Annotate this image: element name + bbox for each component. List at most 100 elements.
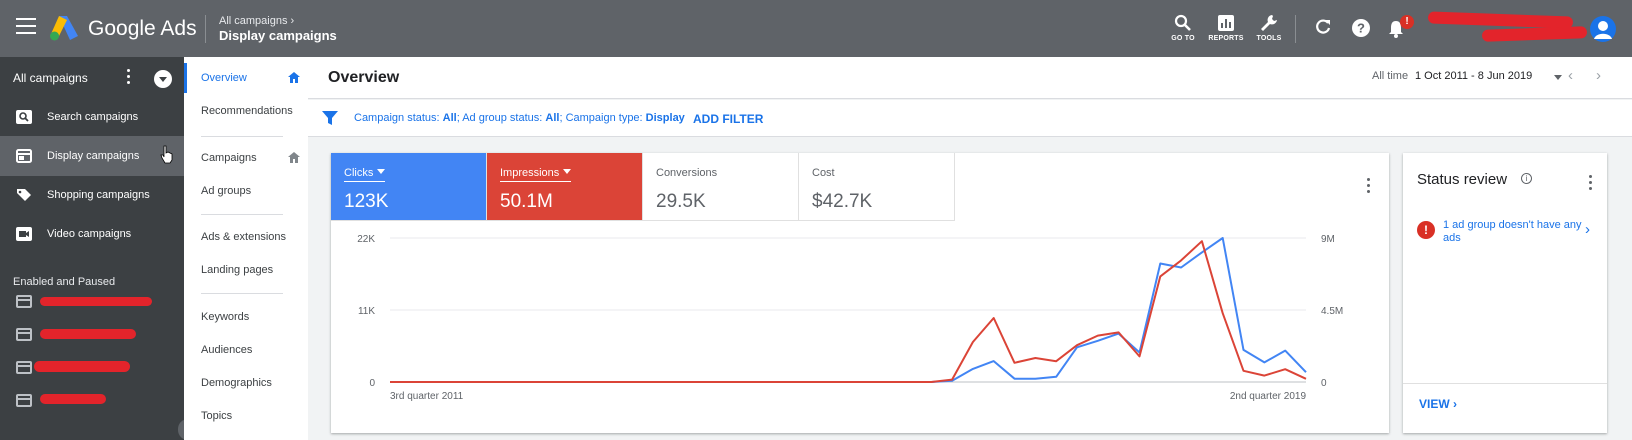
reports-label: REPORTS — [1208, 35, 1244, 42]
redacted-campaign-name — [34, 361, 130, 372]
page-menu-ads-extensions[interactable]: Ads & extensions — [184, 222, 308, 252]
chart-more-options-icon[interactable] — [1367, 178, 1371, 196]
previous-period-chevron-icon[interactable]: ‹ — [1568, 67, 1573, 84]
page-title: Overview — [328, 69, 400, 86]
page-menu-recommendations[interactable]: Recommendations — [184, 96, 308, 126]
redacted-account-id — [1481, 26, 1588, 42]
metric-name: Clicks — [344, 167, 374, 179]
help-icon[interactable]: ? — [1351, 18, 1371, 38]
metric-tab-clicks[interactable]: Clicks 123K — [331, 153, 487, 221]
nav-item-shopping-campaigns[interactable]: Shopping campaigns — [0, 175, 184, 215]
metric-tab-conversions[interactable]: Conversions 29.5K — [643, 153, 799, 221]
next-period-chevron-icon[interactable]: › — [1596, 67, 1601, 84]
filter-funnel-icon[interactable] — [322, 111, 338, 125]
page-menu-overview[interactable]: Overview — [184, 63, 308, 93]
page-menu-ad-groups[interactable]: Ad groups — [184, 176, 308, 206]
breadcrumb-parent[interactable]: All campaigns — [219, 15, 287, 27]
nav-item-video-campaigns[interactable]: Video campaigns — [0, 214, 184, 254]
google-ads-logo-icon — [50, 16, 78, 41]
date-range-selector[interactable]: 1 Oct 2011 - 8 Jun 2019 — [1415, 70, 1532, 82]
all-campaigns-link[interactable]: All campaigns — [13, 71, 88, 85]
page-menu-landing-pages[interactable]: Landing pages — [184, 255, 308, 285]
date-dropdown-arrow-icon[interactable] — [1554, 75, 1562, 80]
filter-value: All — [442, 112, 457, 124]
page-menu-label: Overview — [201, 72, 247, 84]
metric-name: Cost — [812, 167, 835, 179]
card-divider — [1403, 383, 1607, 384]
wrench-icon — [1261, 15, 1277, 31]
divider — [1295, 15, 1296, 43]
view-label: VIEW — [1419, 397, 1450, 411]
y-tick-label: 22K — [357, 234, 375, 245]
menu-divider — [201, 214, 283, 215]
page-menu-topics[interactable]: Topics — [184, 401, 308, 431]
page-menu-label: Ad groups — [201, 185, 252, 197]
goto-button[interactable]: GO TO — [1163, 14, 1203, 42]
status-issue-row[interactable]: ! 1 ad group doesn't have any ads › — [1403, 211, 1607, 251]
refresh-icon[interactable] — [1314, 18, 1332, 36]
y-tick-label: 0 — [369, 378, 375, 389]
tools-button[interactable]: TOOLS — [1249, 14, 1289, 42]
status-more-options-icon[interactable] — [1589, 175, 1593, 193]
chevron-right-icon: › — [1453, 397, 1458, 411]
series-line-impressions — [390, 240, 1307, 383]
metric-tab-cost[interactable]: Cost $42.7K — [799, 153, 955, 221]
reports-button[interactable]: REPORTS — [1206, 14, 1246, 42]
y2-tick-label: 9M — [1321, 234, 1335, 245]
info-icon[interactable]: i — [1521, 173, 1532, 184]
add-filter-button[interactable]: ADD FILTER — [693, 112, 763, 126]
nav-item-display-campaigns[interactable]: Display campaigns — [0, 136, 184, 176]
nav-item-label: Shopping campaigns — [47, 189, 150, 201]
display-campaign-icon — [16, 361, 32, 374]
x-axis-end-label: 2nd quarter 2019 — [1230, 391, 1307, 402]
page-menu-label: Campaigns — [201, 152, 257, 164]
nav-item-search-campaigns[interactable]: Search campaigns — [0, 97, 184, 137]
right-axis-ticks: 9M 4.5M 0 — [1321, 234, 1343, 389]
more-options-icon[interactable] — [127, 69, 131, 87]
page-menu-demographics[interactable]: Demographics — [184, 368, 308, 398]
y2-tick-label: 4.5M — [1321, 306, 1343, 317]
display-campaign-icon — [16, 295, 32, 308]
filter-label: ; Ad group status: — [456, 112, 546, 124]
page-menu-label: Keywords — [201, 311, 250, 323]
campaign-picker-dropdown-icon[interactable] — [154, 70, 172, 88]
page-menu-label: Audiences — [201, 344, 253, 356]
display-campaign-icon — [16, 149, 32, 163]
active-filters[interactable]: Campaign status: All; Ad group status: A… — [354, 112, 685, 124]
product-name: Google Ads — [88, 17, 197, 40]
status-review-card: Status review i ! 1 ad group doesn't hav… — [1403, 153, 1607, 433]
metric-dropdown[interactable]: Clicks — [344, 167, 386, 182]
page-menu-audiences[interactable]: Audiences — [184, 335, 308, 365]
metric-name: Conversions — [656, 167, 718, 179]
account-avatar[interactable] — [1590, 16, 1616, 42]
overview-header: Overview All time 1 Oct 2011 - 8 Jun 201… — [308, 57, 1632, 99]
performance-chart-card: Clicks 123K Impressions 50.1M Conversion… — [331, 153, 1389, 433]
redacted-campaign-name — [40, 394, 106, 404]
page-menu-label: Topics — [201, 410, 233, 422]
shopping-tag-icon — [17, 189, 31, 201]
metric-dropdown[interactable]: Impressions — [500, 167, 572, 182]
metric-tab-impressions[interactable]: Impressions 50.1M — [487, 153, 643, 221]
google-ads-window: Google Ads All campaigns › Display campa… — [0, 0, 1632, 440]
hamburger-menu-icon[interactable] — [16, 18, 36, 38]
breadcrumb[interactable]: All campaigns › — [219, 15, 294, 27]
metric-value: 29.5K — [656, 191, 706, 212]
nav-item-label: Video campaigns — [47, 228, 132, 240]
status-review-title: Status review — [1417, 171, 1508, 188]
filter-label: Campaign status: — [354, 112, 443, 124]
breadcrumb-chevron-icon: › — [290, 15, 295, 27]
chart-gridlines — [390, 237, 1306, 383]
page-menu-keywords[interactable]: Keywords — [184, 302, 308, 332]
video-camera-icon — [16, 227, 32, 241]
dropdown-arrow-icon — [563, 169, 572, 174]
reports-chart-icon — [1218, 15, 1234, 31]
view-button[interactable]: VIEW › — [1419, 397, 1457, 411]
page-menu-campaigns[interactable]: Campaigns — [184, 143, 308, 173]
page-menu: Overview Recommendations Campaigns Ad gr… — [184, 57, 308, 440]
svg-text:?: ? — [1357, 21, 1365, 36]
metric-value: 123K — [344, 191, 389, 212]
display-campaign-icon — [16, 328, 32, 341]
page-menu-label: Recommendations — [201, 105, 293, 117]
y-tick-label: 11K — [358, 306, 375, 317]
page-scope-title: Display campaigns — [219, 28, 337, 43]
